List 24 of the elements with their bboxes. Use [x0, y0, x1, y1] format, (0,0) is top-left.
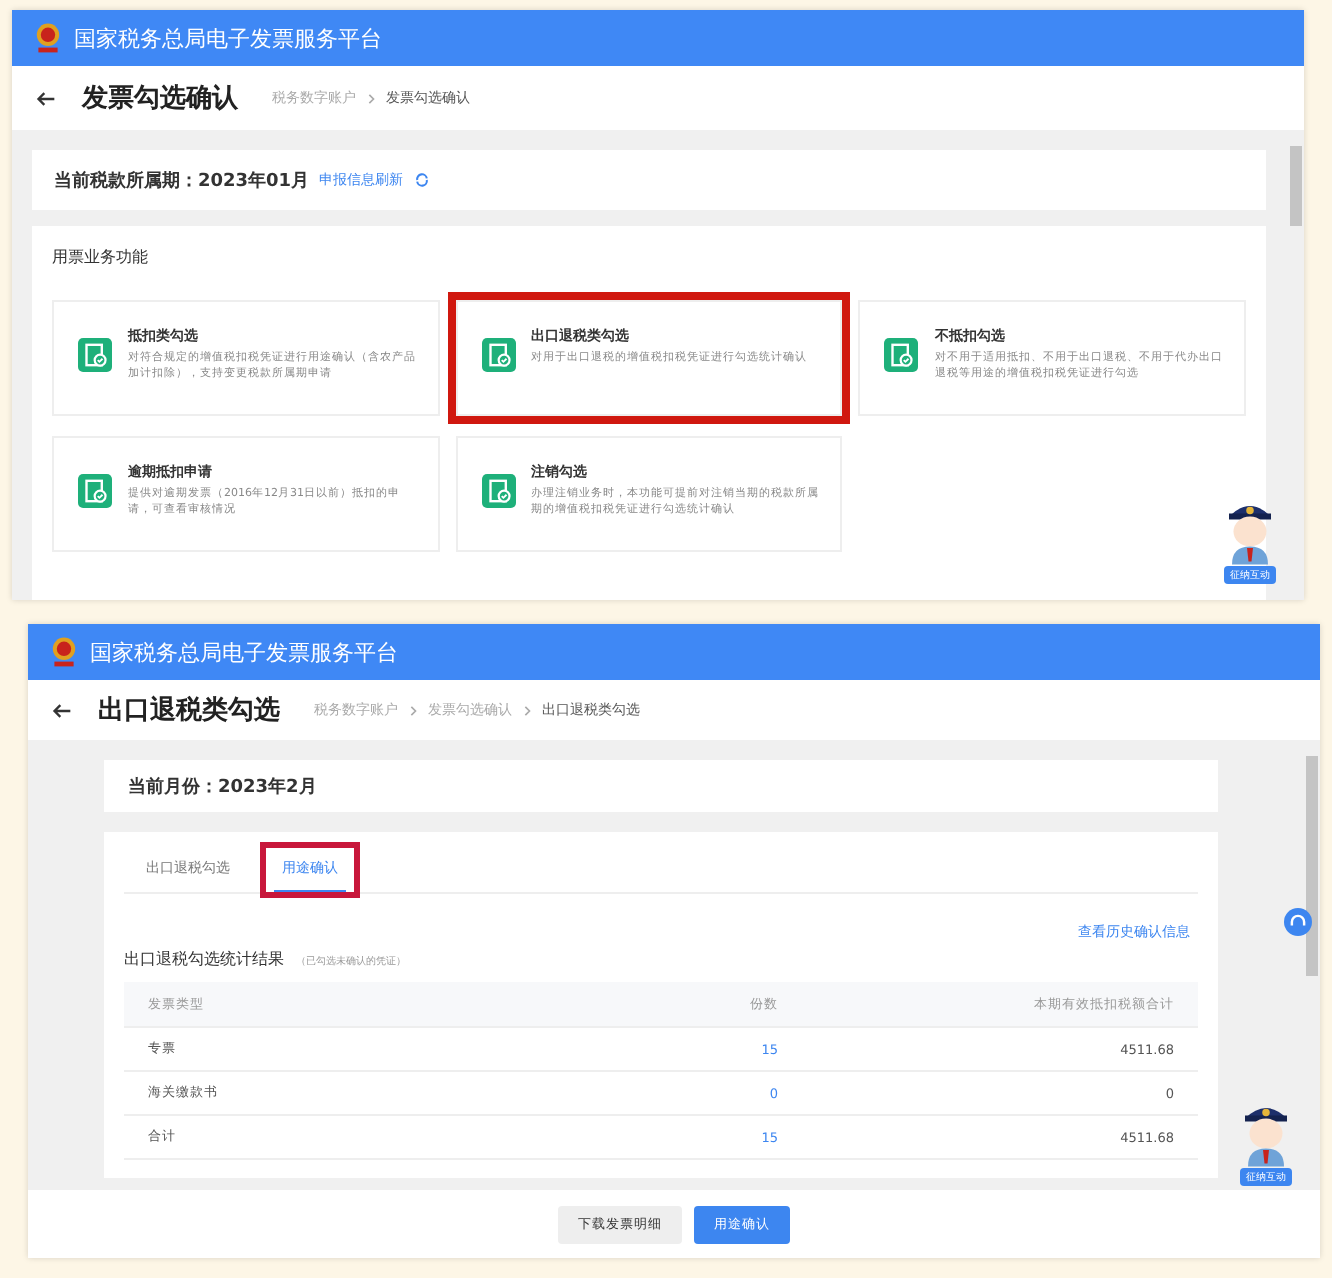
document-check-icon: [481, 474, 516, 508]
section-title: 出口退税勾选统计结果: [124, 948, 284, 970]
page-title: 出口退税类勾选: [98, 693, 280, 728]
period-label: 当前税款所属期：2023年01月: [54, 168, 310, 193]
section-title: 用票业务功能: [52, 246, 150, 268]
breadcrumb-chevron-icon: [366, 91, 376, 105]
platform-title: 国家税务总局电子发票服务平台: [90, 637, 398, 667]
emblem-icon: [48, 636, 80, 668]
document-check-icon: [78, 474, 112, 508]
month-label: 当前月份：2023年2月: [128, 775, 317, 799]
document-check-icon: [78, 338, 112, 372]
back-arrow-icon[interactable]: [52, 701, 72, 719]
emblem-icon: [32, 22, 64, 54]
scrollbar[interactable]: [1286, 130, 1304, 600]
page-title: 发票勾选确认: [82, 82, 238, 116]
platform-title: 国家税务总局电子发票服务平台: [74, 23, 382, 53]
breadcrumb-chevron-icon: [408, 703, 418, 717]
back-arrow-icon[interactable]: [36, 89, 56, 107]
document-check-icon: [481, 338, 516, 372]
scrollbar[interactable]: [1302, 740, 1320, 1190]
headset-icon[interactable]: [1284, 908, 1312, 936]
breadcrumb-chevron-icon: [522, 703, 532, 717]
refresh-icon[interactable]: [413, 172, 430, 188]
document-check-icon: [884, 338, 919, 372]
